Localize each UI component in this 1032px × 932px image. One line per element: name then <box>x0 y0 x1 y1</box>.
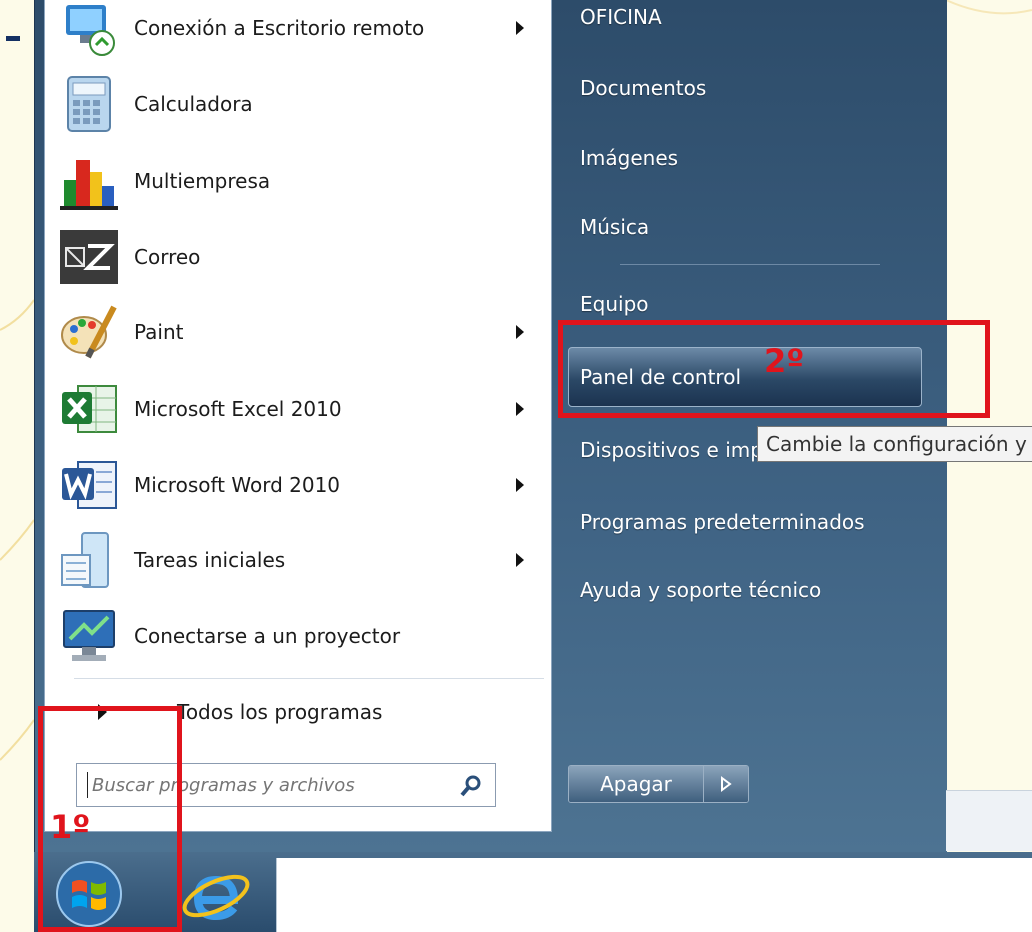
remote-desktop-icon <box>66 5 115 56</box>
shutdown-button[interactable]: Apagar <box>569 766 704 802</box>
separator <box>620 264 880 265</box>
paint-icon <box>61 305 117 359</box>
program-label: Multiempresa <box>134 169 271 193</box>
program-label: Correo <box>134 245 201 269</box>
calculator-icon <box>67 76 111 132</box>
program-label: Microsoft Excel 2010 <box>134 397 342 421</box>
step1-label: 1º <box>50 808 91 846</box>
search-icon[interactable] <box>459 774 483 798</box>
program-mail[interactable]: Correo <box>58 221 544 293</box>
program-multiempresa[interactable]: Multiempresa <box>58 145 544 217</box>
taskbar-empty-area <box>276 858 1032 932</box>
desktop-window-edge <box>946 790 1032 851</box>
tooltip: Cambie la configuración y <box>757 426 1032 462</box>
submenu-arrow-icon <box>516 402 524 416</box>
music-link[interactable]: Música <box>580 215 649 239</box>
pictures-link[interactable]: Imágenes <box>580 146 678 170</box>
program-paint[interactable]: Paint <box>58 296 544 368</box>
program-label: Paint <box>134 320 184 344</box>
separator <box>74 678 544 679</box>
all-programs-label: Todos los programas <box>177 700 383 724</box>
decorative-dash <box>6 36 20 41</box>
devices-printers-link[interactable]: Dispositivos e impresoras <box>580 438 760 462</box>
internet-explorer-icon[interactable] <box>176 858 256 930</box>
submenu-arrow-icon <box>516 325 524 339</box>
projector-icon <box>63 610 115 661</box>
word-icon <box>62 461 117 509</box>
getting-started-icon <box>61 532 109 588</box>
documents-link[interactable]: Documentos <box>580 76 706 100</box>
computer-link[interactable]: Equipo <box>580 292 649 316</box>
help-support-link[interactable]: Ayuda y soporte técnico <box>580 578 821 602</box>
program-label: Microsoft Word 2010 <box>134 473 341 497</box>
program-label: Conexión a Escritorio remoto <box>134 16 425 40</box>
program-calculator[interactable]: Calculadora <box>58 68 544 140</box>
program-label: Tareas iniciales <box>134 548 286 572</box>
default-programs-link[interactable]: Programas predeterminados <box>580 510 865 534</box>
program-label: Calculadora <box>134 92 253 116</box>
excel-icon <box>62 385 117 433</box>
submenu-arrow-icon <box>516 553 524 567</box>
user-folder-link[interactable]: OFICINA <box>580 5 662 29</box>
shutdown-button-group: Apagar <box>568 765 749 803</box>
mail-icon <box>60 230 118 284</box>
chevron-right-icon <box>721 776 732 792</box>
multiempresa-icon <box>60 160 118 210</box>
program-word[interactable]: Microsoft Word 2010 <box>58 449 544 521</box>
program-excel[interactable]: Microsoft Excel 2010 <box>58 373 544 445</box>
step2-label: 2º <box>764 342 805 380</box>
submenu-arrow-icon <box>516 478 524 492</box>
program-remote-desktop[interactable]: Conexión a Escritorio remoto <box>58 0 544 64</box>
submenu-arrow-icon <box>516 21 524 35</box>
program-getting-started[interactable]: Tareas iniciales <box>58 524 544 596</box>
shutdown-options-button[interactable] <box>704 766 748 802</box>
program-label: Conectarse a un proyector <box>134 624 401 648</box>
program-projector[interactable]: Conectarse a un proyector <box>58 600 544 672</box>
